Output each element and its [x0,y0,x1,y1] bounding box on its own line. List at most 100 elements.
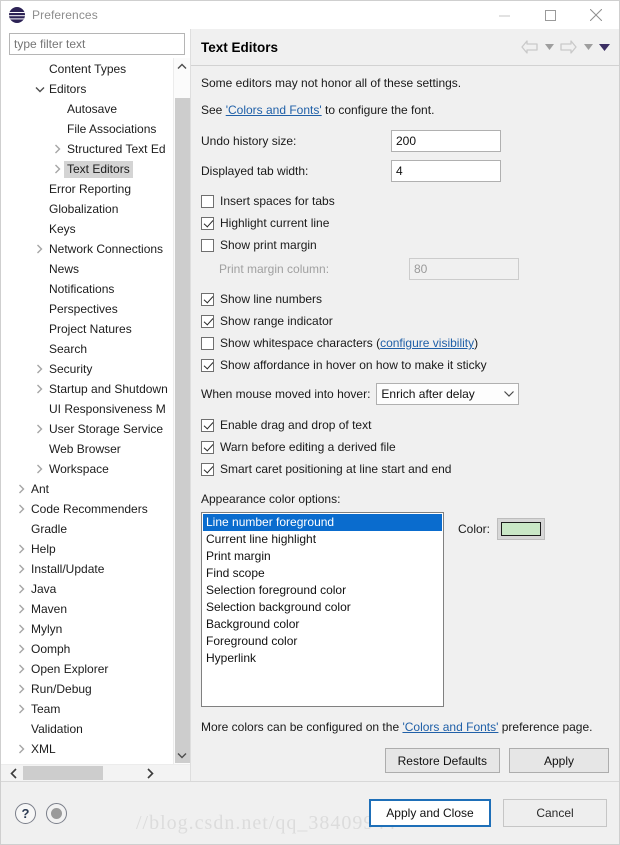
sidebar-item-structured-text-ed[interactable]: Structured Text Ed [1,139,173,159]
chevron-right-icon[interactable] [33,464,46,474]
chevron-right-icon[interactable] [33,244,46,254]
sidebar-item-startup-and-shutdown[interactable]: Startup and Shutdown [1,379,173,399]
sidebar-item-error-reporting[interactable]: Error Reporting [1,179,173,199]
scroll-left-icon[interactable] [5,765,22,781]
sidebar-item-web-browser[interactable]: Web Browser [1,439,173,459]
tree-vertical-scrollbar[interactable] [173,58,190,764]
chevron-right-icon[interactable] [15,704,28,714]
sidebar-item-ant[interactable]: Ant [1,479,173,499]
forward-history-chevron-down-icon[interactable] [581,44,595,50]
help-icon[interactable]: ? [15,802,36,824]
forward-arrow-icon[interactable] [558,40,579,54]
smart-caret-row[interactable]: Smart caret positioning at line start an… [201,458,609,480]
chevron-right-icon[interactable] [51,164,64,174]
enable-drag-and-drop-row[interactable]: Enable drag and drop of text [201,414,609,436]
tree-scroll-thumb[interactable] [175,98,190,763]
sidebar-item-workspace[interactable]: Workspace [1,459,173,479]
highlight-current-line-checkbox[interactable] [201,216,214,230]
warn-derived-file-checkbox[interactable] [201,440,214,454]
sidebar-item-globalization[interactable]: Globalization [1,199,173,219]
sidebar-item-network-connections[interactable]: Network Connections [1,239,173,259]
sidebar-item-content-types[interactable]: Content Types [1,59,173,79]
chevron-right-icon[interactable] [15,564,28,574]
chevron-right-icon[interactable] [33,364,46,374]
sidebar-item-search[interactable]: Search [1,339,173,359]
configure-visibility-link[interactable]: configure visibility [380,336,474,350]
show-print-margin-checkbox[interactable] [201,238,214,252]
enable-drag-and-drop-checkbox[interactable] [201,418,214,432]
chevron-right-icon[interactable] [15,544,28,554]
back-arrow-icon[interactable] [519,40,540,54]
chevron-right-icon[interactable] [51,144,64,154]
tree-horizontal-scrollbar[interactable] [1,764,190,781]
sidebar-item-security[interactable]: Security [1,359,173,379]
appearance-color-item[interactable]: Print margin [203,548,442,565]
hscroll-thumb[interactable] [23,766,103,780]
filter-input[interactable] [9,33,185,55]
show-line-numbers-row[interactable]: Show line numbers [201,288,609,310]
sidebar-item-xml[interactable]: XML [1,739,173,759]
sidebar-item-java[interactable]: Java [1,579,173,599]
preferences-tree[interactable]: Content Types Editors Autosave File Associa… [1,58,173,764]
minimize-button[interactable] [481,1,527,29]
sidebar-item-team[interactable]: Team [1,699,173,719]
show-range-indicator-row[interactable]: Show range indicator [201,310,609,332]
chevron-right-icon[interactable] [15,604,28,614]
back-history-chevron-down-icon[interactable] [542,44,556,50]
appearance-color-item[interactable]: Foreground color [203,633,442,650]
chevron-right-icon[interactable] [33,384,46,394]
chevron-right-icon[interactable] [15,504,28,514]
chevron-right-icon[interactable] [15,624,28,634]
show-affordance-checkbox[interactable] [201,358,214,372]
sidebar-item-validation[interactable]: Validation [1,719,173,739]
scroll-right-icon[interactable] [141,765,158,781]
show-whitespace-characters-row[interactable]: Show whitespace characters (configure vi… [201,332,609,354]
record-icon[interactable] [46,802,67,824]
apply-and-close-button[interactable]: Apply and Close [369,799,491,827]
sidebar-item-oomph[interactable]: Oomph [1,639,173,659]
sidebar-item-gradle[interactable]: Gradle [1,519,173,539]
insert-spaces-for-tabs-row[interactable]: Insert spaces for tabs [201,190,609,212]
colors-and-fonts-link[interactable]: 'Colors and Fonts' [226,103,322,117]
show-line-numbers-checkbox[interactable] [201,292,214,306]
show-range-indicator-checkbox[interactable] [201,314,214,328]
chevron-right-icon[interactable] [15,584,28,594]
warn-derived-file-row[interactable]: Warn before editing a derived file [201,436,609,458]
sidebar-item-file-associations[interactable]: File Associations [1,119,173,139]
sidebar-item-editors[interactable]: Editors [1,79,173,99]
scroll-up-icon[interactable] [174,58,190,75]
sidebar-item-install-update[interactable]: Install/Update [1,559,173,579]
show-whitespace-characters-checkbox[interactable] [201,336,214,350]
insert-spaces-for-tabs-checkbox[interactable] [201,194,214,208]
appearance-color-item[interactable]: Current line highlight [203,531,442,548]
hover-enrichment-select[interactable]: Enrich after delay [376,383,520,405]
sidebar-item-ui-responsiveness-m[interactable]: UI Responsiveness M [1,399,173,419]
show-affordance-row[interactable]: Show affordance in hover on how to make … [201,354,609,376]
scroll-down-icon[interactable] [174,747,190,764]
apply-button[interactable]: Apply [509,748,609,773]
show-print-margin-row[interactable]: Show print margin [201,234,609,256]
appearance-color-item[interactable]: Selection foreground color [203,582,442,599]
maximize-button[interactable] [527,1,573,29]
appearance-color-item[interactable]: Line number foreground [203,514,442,531]
chevron-right-icon[interactable] [15,644,28,654]
close-button[interactable] [573,1,619,29]
sidebar-item-user-storage-service[interactable]: User Storage Service [1,419,173,439]
more-colors-link[interactable]: 'Colors and Fonts' [402,720,498,734]
view-menu-chevron-down-icon[interactable] [597,43,611,51]
sidebar-item-autosave[interactable]: Autosave [1,99,173,119]
chevron-right-icon[interactable] [15,684,28,694]
undo-history-size-input[interactable] [391,130,501,152]
chevron-right-icon[interactable] [15,484,28,494]
cancel-button[interactable]: Cancel [503,799,607,827]
chevron-right-icon[interactable] [33,424,46,434]
chevron-down-icon[interactable] [33,86,46,93]
highlight-current-line-row[interactable]: Highlight current line [201,212,609,234]
appearance-color-item[interactable]: Background color [203,616,442,633]
appearance-color-listbox[interactable]: Line number foreground Current line highl… [201,512,444,707]
sidebar-item-code-recommenders[interactable]: Code Recommenders [1,499,173,519]
sidebar-item-maven[interactable]: Maven [1,599,173,619]
appearance-color-item[interactable]: Selection background color [203,599,442,616]
restore-defaults-button[interactable]: Restore Defaults [384,748,500,773]
sidebar-item-open-explorer[interactable]: Open Explorer [1,659,173,679]
